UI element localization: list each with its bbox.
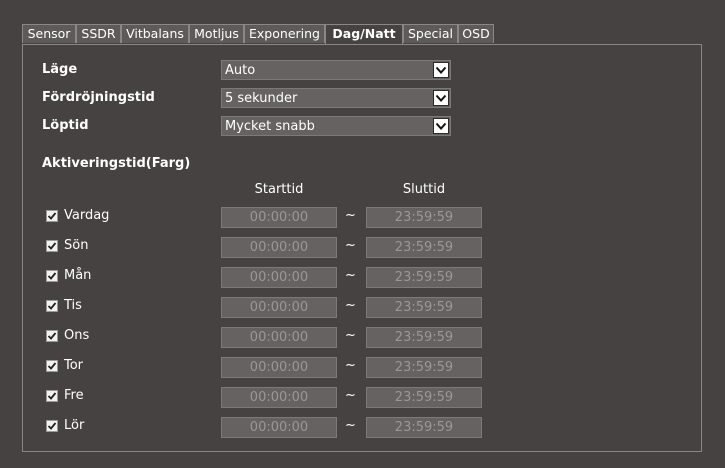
delay-label: Fördröjningstid [42, 90, 155, 105]
range-separator: ~ [345, 268, 356, 283]
tab-special[interactable]: Special [403, 24, 458, 43]
activation-title: Aktiveringstid(Farg) [42, 156, 191, 171]
end-time-input[interactable]: 23:59:59 [366, 207, 482, 228]
day-checkbox[interactable] [46, 210, 58, 222]
tab-ssdr[interactable]: SSDR [76, 24, 121, 43]
checkmark-icon [47, 211, 57, 221]
tab-exponering[interactable]: Exponering [244, 24, 325, 43]
checkmark-icon [47, 331, 57, 341]
day-checkbox[interactable] [46, 300, 58, 312]
start-time-input[interactable]: 00:00:00 [221, 207, 337, 228]
start-time-input[interactable]: 00:00:00 [221, 357, 337, 378]
end-time-input[interactable]: 23:59:59 [366, 237, 482, 258]
delay-select[interactable]: 5 sekunder [221, 88, 451, 108]
day-label: Sön [64, 238, 89, 253]
end-time-input[interactable]: 23:59:59 [366, 297, 482, 318]
tab-vitbalans[interactable]: Vitbalans [121, 24, 189, 43]
day-label: Mån [64, 268, 92, 283]
day-label: Fre [64, 388, 84, 403]
day-checkbox[interactable] [46, 390, 58, 402]
range-separator: ~ [345, 328, 356, 343]
range-separator: ~ [345, 388, 356, 403]
start-time-input[interactable]: 00:00:00 [221, 267, 337, 288]
end-time-header: Sluttid [402, 182, 446, 197]
chevron-down-icon[interactable] [433, 118, 449, 134]
day-label: Tor [64, 358, 84, 373]
tab-sensor[interactable]: Sensor [22, 24, 76, 43]
day-checkbox[interactable] [46, 240, 58, 252]
start-time-input[interactable]: 00:00:00 [221, 417, 337, 438]
chevron-down-icon[interactable] [433, 62, 449, 78]
day-label: Lör [64, 418, 85, 433]
tab-osd[interactable]: OSD [458, 24, 494, 43]
checkmark-icon [47, 361, 57, 371]
delay-value: 5 sekunder [225, 91, 298, 106]
checkmark-icon [47, 241, 57, 251]
chevron-down-icon[interactable] [433, 90, 449, 106]
end-time-input[interactable]: 23:59:59 [366, 327, 482, 348]
start-time-input[interactable]: 00:00:00 [221, 297, 337, 318]
start-time-header: Starttid [254, 182, 304, 197]
runtime-select[interactable]: Mycket snabb [221, 116, 451, 136]
end-time-input[interactable]: 23:59:59 [366, 387, 482, 408]
tab-motljus[interactable]: Motljus [189, 24, 244, 43]
day-label: Tis [64, 298, 82, 313]
day-label: Ons [64, 328, 90, 343]
checkmark-icon [47, 301, 57, 311]
end-time-input[interactable]: 23:59:59 [366, 357, 482, 378]
mode-label: Läge [42, 62, 78, 77]
range-separator: ~ [345, 238, 356, 253]
range-separator: ~ [345, 298, 356, 313]
range-separator: ~ [345, 208, 356, 223]
start-time-input[interactable]: 00:00:00 [221, 327, 337, 348]
checkmark-icon [47, 271, 57, 281]
runtime-label: Löptid [42, 118, 89, 133]
start-time-input[interactable]: 00:00:00 [221, 387, 337, 408]
day-label: Vardag [64, 208, 110, 223]
range-separator: ~ [345, 358, 356, 373]
mode-select[interactable]: Auto [221, 60, 451, 80]
start-time-input[interactable]: 00:00:00 [221, 237, 337, 258]
day-checkbox[interactable] [46, 420, 58, 432]
day-checkbox[interactable] [46, 360, 58, 372]
range-separator: ~ [345, 418, 356, 433]
tab-dag-natt[interactable]: Dag/Natt [325, 24, 403, 45]
checkmark-icon [47, 391, 57, 401]
day-checkbox[interactable] [46, 270, 58, 282]
checkmark-icon [47, 421, 57, 431]
end-time-input[interactable]: 23:59:59 [366, 267, 482, 288]
day-checkbox[interactable] [46, 330, 58, 342]
runtime-value: Mycket snabb [225, 119, 315, 134]
end-time-input[interactable]: 23:59:59 [366, 417, 482, 438]
mode-value: Auto [225, 63, 256, 78]
